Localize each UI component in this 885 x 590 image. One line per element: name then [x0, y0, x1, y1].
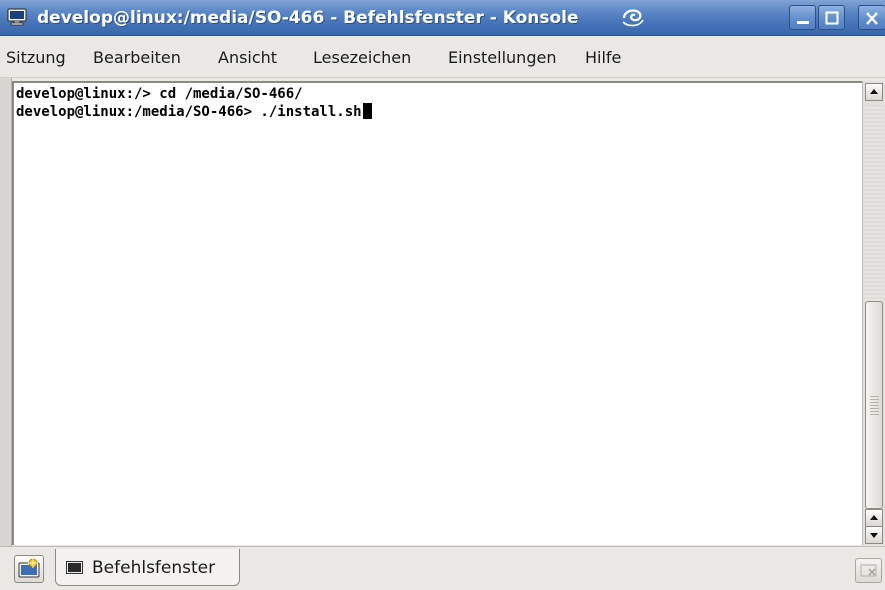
- title-bar[interactable]: develop@linux:/media/SO-466 - Befehlsfen…: [0, 0, 885, 36]
- text-cursor: [362, 103, 372, 119]
- menu-hilfe[interactable]: Hilfe: [585, 47, 621, 69]
- scroll-up-button[interactable]: [865, 509, 883, 527]
- terminal-left-border: [0, 78, 12, 548]
- window-title: develop@linux:/media/SO-466 - Befehlsfen…: [37, 8, 579, 28]
- konsole-window: develop@linux:/media/SO-466 - Befehlsfen…: [0, 0, 885, 590]
- new-session-icon: [18, 558, 40, 578]
- terminal-icon[interactable]: [7, 8, 27, 26]
- maximize-icon: [825, 11, 839, 25]
- session-tab-bar: Befehlsfenster: [0, 546, 885, 590]
- terminal-tab-icon: [66, 561, 83, 574]
- new-session-button[interactable]: [14, 555, 44, 583]
- menu-bearbeiten[interactable]: Bearbeiten: [93, 47, 181, 69]
- grip-icon: [870, 396, 879, 416]
- menu-einstellungen[interactable]: Einstellungen: [448, 47, 556, 69]
- close-session-icon: [860, 564, 877, 577]
- menu-ansicht[interactable]: Ansicht: [218, 47, 277, 69]
- arrow-up-icon: [870, 89, 878, 94]
- tab-label: Befehlsfenster: [92, 558, 216, 578]
- terminal-area[interactable]: develop@linux:/> cd /media/SO-466/develo…: [12, 81, 885, 545]
- close-icon: [866, 12, 878, 25]
- terminal-line: develop@linux:/media/SO-466> ./install.s…: [16, 104, 362, 120]
- scroll-track[interactable]: [865, 105, 883, 301]
- close-button[interactable]: [858, 5, 885, 30]
- menu-sitzung[interactable]: Sitzung: [6, 47, 66, 69]
- tab-befehlsfenster[interactable]: Befehlsfenster: [55, 549, 240, 586]
- minimize-button[interactable]: [789, 5, 816, 30]
- menu-bar: Sitzung Bearbeiten Ansicht Lesezeichen E…: [0, 36, 885, 78]
- suse-swirl-icon: [620, 5, 646, 29]
- arrow-up-icon: [870, 515, 878, 520]
- minimize-icon: [797, 21, 809, 24]
- arrow-down-icon: [870, 533, 878, 538]
- maximize-button[interactable]: [818, 5, 845, 30]
- scroll-down-button[interactable]: [865, 526, 883, 544]
- scroll-thumb[interactable]: [865, 301, 883, 509]
- close-session-button[interactable]: [855, 558, 882, 583]
- scroll-up-top-button[interactable]: [865, 83, 883, 101]
- terminal-line-prompt: develop@linux:/media/SO-466> ./install.s…: [16, 103, 372, 121]
- menu-lesezeichen[interactable]: Lesezeichen: [313, 47, 411, 69]
- vertical-scrollbar[interactable]: [862, 81, 885, 545]
- terminal-line: develop@linux:/> cd /media/SO-466/: [16, 86, 303, 102]
- terminal-output[interactable]: develop@linux:/> cd /media/SO-466/develo…: [16, 85, 372, 121]
